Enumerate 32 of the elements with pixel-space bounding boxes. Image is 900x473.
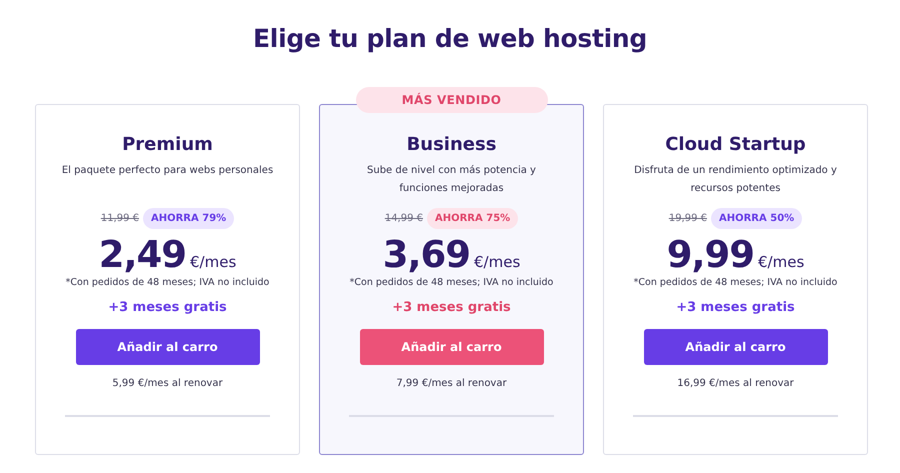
renewal-price: 7,99 €/mes al renovar: [396, 378, 507, 389]
page-heading: Elige tu plan de web hosting: [252, 23, 648, 55]
plan-price: 3,69: [382, 233, 470, 277]
discount-tag: AHORRA 79%: [143, 208, 234, 229]
renewal-price: 16,99 €/mes al renovar: [677, 378, 794, 389]
free-months-text: +3 meses gratis: [392, 300, 511, 315]
plan-description: Sube de nivel con más potencia y funciones mejoradas: [366, 164, 537, 196]
free-months-text: +3 meses gratis: [676, 300, 795, 315]
plan-name: Cloud Startup: [665, 133, 806, 157]
plan-price: 9,99: [666, 233, 754, 277]
add-to-cart-button[interactable]: Añadir al carro: [360, 329, 544, 365]
plan-name: Business: [406, 133, 496, 157]
price-unit: €/mes: [474, 253, 520, 271]
plan-name: Premium: [122, 133, 213, 157]
price-note: *Con pedidos de 48 meses; IVA no incluido: [66, 277, 270, 288]
price-unit: €/mes: [190, 253, 236, 271]
add-to-cart-button[interactable]: Añadir al carro: [76, 329, 260, 365]
old-price: 11,99 €: [100, 213, 139, 224]
plan-price: 2,49: [98, 233, 186, 277]
discount-tag: AHORRA 50%: [711, 208, 802, 229]
renewal-price: 5,99 €/mes al renovar: [112, 378, 223, 389]
discount-tag: AHORRA 75%: [427, 208, 518, 229]
plan-description: El paquete perfecto para webs personales: [60, 164, 274, 178]
add-to-cart-button[interactable]: Añadir al carro: [644, 329, 828, 365]
price-note: *Con pedidos de 48 meses; IVA no incluido: [350, 277, 554, 288]
free-months-text: +3 meses gratis: [108, 300, 227, 315]
price-note: *Con pedidos de 48 meses; IVA no incluido: [634, 277, 838, 288]
best-seller-badge: MÁS VENDIDO: [356, 87, 548, 113]
price-unit: €/mes: [758, 253, 804, 271]
old-price: 19,99 €: [668, 213, 707, 224]
old-price: 14,99 €: [384, 213, 423, 224]
plan-description: Disfruta de un rendimiento optimizado y recursos potentes: [633, 164, 838, 196]
